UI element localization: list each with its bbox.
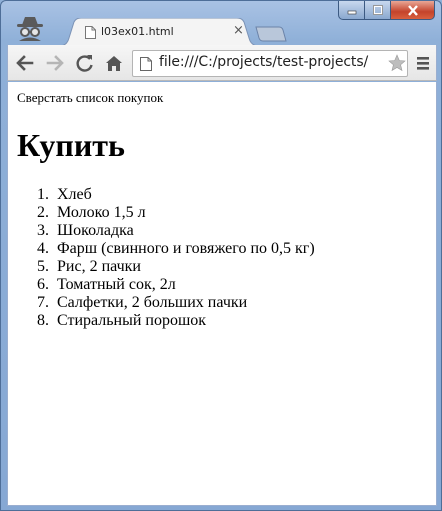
list-item-number: 7.	[37, 294, 49, 311]
incognito-icon	[13, 15, 47, 41]
address-bar[interactable]: file:///C:/projects/test-projects/	[132, 50, 408, 77]
tab-active[interactable]: l03ex01.html ×	[59, 18, 259, 46]
list-item-text: Томатный сок, 2л	[57, 276, 176, 293]
maximize-button[interactable]	[365, 1, 391, 20]
page-caption: Сверстать список покупок	[17, 90, 164, 105]
list-item-text: Шоколадка	[57, 222, 134, 239]
list-item: 4. Фарш (свинного и говяжего по 0,5 кг)	[17, 240, 315, 258]
new-tab-button[interactable]	[255, 26, 287, 42]
close-window-button[interactable]	[391, 1, 435, 20]
page-icon	[85, 26, 96, 39]
address-url[interactable]: file:///C:/projects/test-projects/	[159, 54, 368, 70]
list-item-number: 5.	[37, 258, 49, 275]
list-item: 1. Хлеб	[17, 186, 315, 204]
back-button[interactable]	[14, 53, 36, 73]
forward-button[interactable]	[44, 53, 66, 73]
tab-close-button[interactable]: ×	[233, 23, 244, 39]
reload-icon	[76, 55, 93, 72]
shopping-list: 1. Хлеб 2. Молоко 1,5 л 3. Шоколадка 4. Фарш…	[17, 186, 315, 330]
list-item-text: Салфетки, 2 больших пачки	[57, 294, 248, 311]
list-item-number: 4.	[37, 240, 49, 257]
list-item: 3. Шоколадка	[17, 222, 315, 240]
hamburger-menu-icon	[417, 57, 429, 70]
page-heading: Купить	[17, 127, 125, 163]
list-item: 6. Томатный сок, 2л	[17, 276, 315, 294]
list-item-text: Фарш (свинного и говяжего по 0,5 кг)	[57, 240, 315, 257]
list-item: 5. Рис, 2 пачки	[17, 258, 315, 276]
browser-toolbar: file:///C:/projects/test-projects/	[7, 45, 437, 81]
page-icon	[140, 57, 152, 71]
close-icon	[407, 4, 418, 16]
tab-title: l03ex01.html	[101, 25, 174, 38]
list-item-number: 1.	[37, 186, 49, 203]
list-item-text: Хлеб	[57, 186, 92, 203]
maximize-icon	[372, 5, 383, 15]
list-item-number: 8.	[37, 312, 49, 329]
minimize-button[interactable]	[338, 1, 365, 20]
window-controls	[338, 1, 435, 21]
list-item-text: Молоко 1,5 л	[57, 204, 146, 221]
forward-arrow-icon	[46, 55, 64, 71]
list-item-number: 3.	[37, 222, 49, 239]
list-item: 2. Молоко 1,5 л	[17, 204, 315, 222]
list-item-text: Рис, 2 пачки	[57, 258, 141, 275]
menu-button[interactable]	[416, 55, 430, 71]
list-item-text: Стиральный порошок	[57, 312, 207, 329]
list-item: 8. Стиральный порошок	[17, 312, 315, 330]
home-button[interactable]	[103, 53, 125, 73]
minimize-icon	[347, 10, 356, 15]
star-icon[interactable]	[388, 54, 406, 72]
list-item-number: 6.	[37, 276, 49, 293]
home-icon	[106, 56, 122, 71]
page-content: Сверстать список покупок Купить 1. Хлеб 2…	[7, 82, 437, 506]
back-arrow-icon	[16, 55, 34, 71]
browser-window: l03ex01.html × file:///C:/projects/test-…	[0, 0, 442, 511]
list-item-number: 2.	[37, 204, 49, 221]
reload-button[interactable]	[74, 53, 96, 73]
list-item: 7. Салфетки, 2 больших пачки	[17, 294, 315, 312]
